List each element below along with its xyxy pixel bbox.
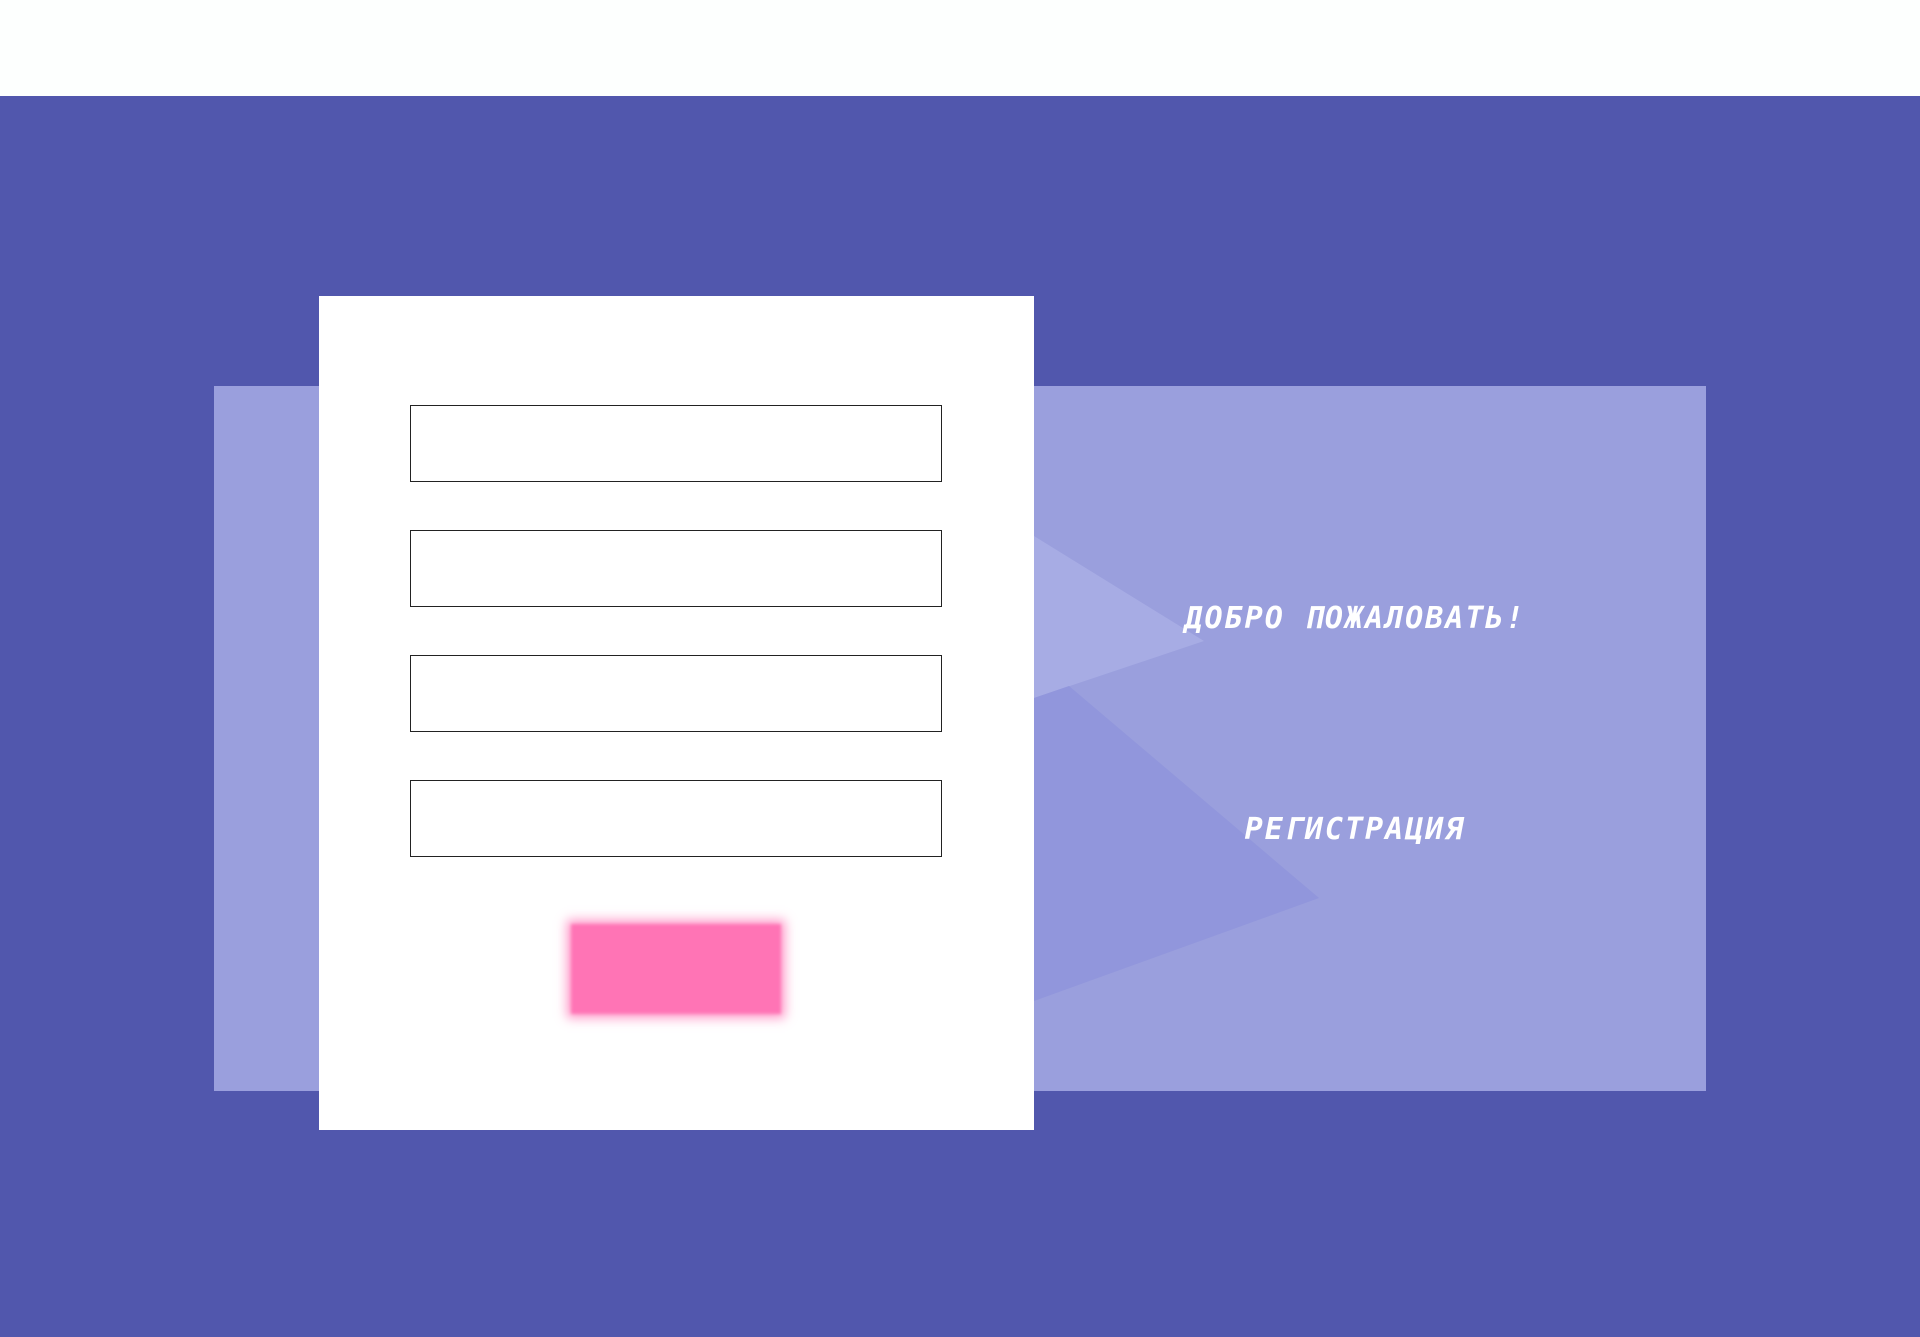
submit-button[interactable] — [571, 924, 781, 1014]
form-field-3[interactable] — [410, 655, 942, 732]
top-bar — [0, 0, 1920, 96]
main-area: ДОБРО ПОЖАЛОВАТЬ! РЕГИСТРАЦИЯ — [0, 96, 1920, 1337]
registration-form-card — [319, 296, 1034, 1130]
form-field-2[interactable] — [410, 530, 942, 607]
form-field-1[interactable] — [410, 405, 942, 482]
welcome-heading: ДОБРО ПОЖАЛОВАТЬ! — [1184, 601, 1526, 636]
form-field-4[interactable] — [410, 780, 942, 857]
register-link[interactable]: РЕГИСТРАЦИЯ — [1045, 812, 1665, 847]
